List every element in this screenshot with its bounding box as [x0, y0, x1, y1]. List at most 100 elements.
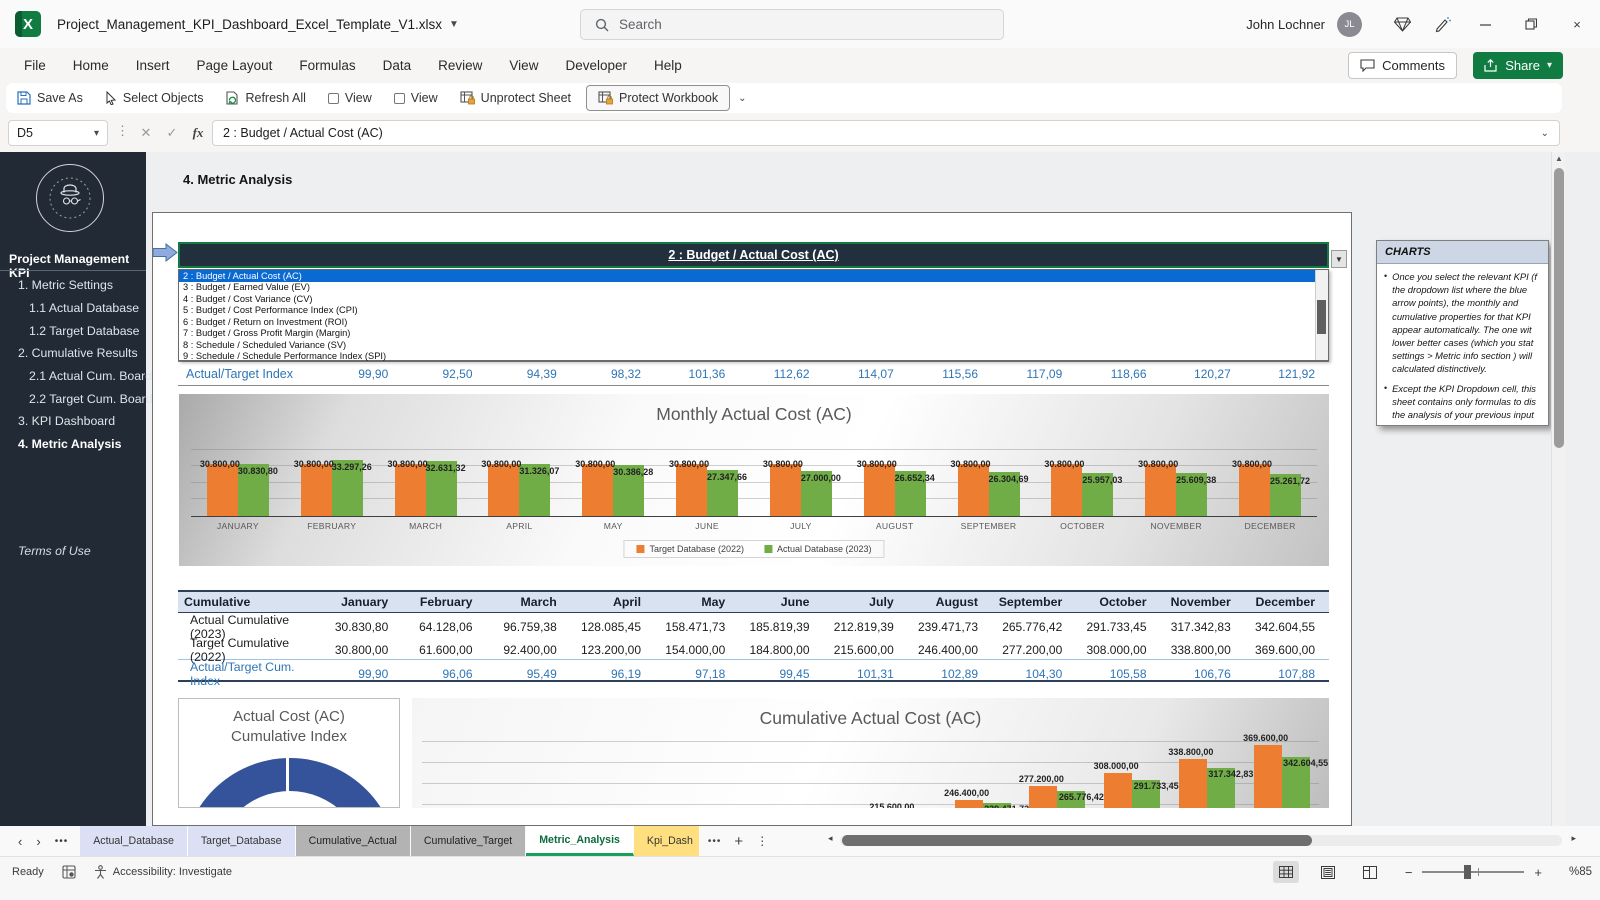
zoom-percentage[interactable]: %85 — [1556, 866, 1592, 878]
sidebar-item[interactable]: 4. Metric Analysis — [0, 433, 146, 456]
zoom-in-button[interactable]: + — [1528, 865, 1548, 880]
sheet-tab-cumulative_target[interactable]: Cumulative_Target — [410, 826, 527, 856]
formula-input[interactable]: 2 : Budget / Actual Cost (AC) ⌄ — [212, 120, 1560, 146]
zoom-out-button[interactable]: − — [1399, 865, 1419, 880]
dropdown-option[interactable]: 7 : Budget / Gross Profit Margin (Margin… — [179, 328, 1328, 340]
bar-group[interactable]: 30.800,00 26.304,69 — [942, 450, 1036, 516]
zoom-slider[interactable] — [1422, 865, 1525, 879]
search-input[interactable]: Search — [580, 9, 1004, 40]
feedback-pen-icon[interactable] — [1422, 0, 1462, 48]
name-box[interactable]: D5 ▾ — [8, 120, 108, 146]
dropdown-open-button[interactable]: ▼ — [1331, 250, 1347, 268]
dropdown-option[interactable]: 8 : Schedule / Scheduled Variance (SV) — [179, 339, 1328, 351]
new-sheet-button[interactable]: + — [734, 833, 743, 850]
sidebar-item[interactable]: 1.2 Target Database — [0, 319, 146, 342]
ribbon-tab-developer[interactable]: Developer — [565, 58, 627, 73]
dropdown-option[interactable]: 2 : Budget / Actual Cost (AC) — [179, 270, 1328, 282]
restore-button[interactable] — [1508, 0, 1554, 48]
view-checkbox-1[interactable]: View — [317, 83, 383, 113]
insert-function-icon[interactable]: fx — [186, 120, 210, 146]
bar-group[interactable]: 61.600,0064.128,06 — [497, 742, 572, 808]
normal-view-button[interactable] — [1272, 861, 1299, 883]
bar-group[interactable]: 92.400,0096.759,38 — [572, 742, 647, 808]
sheet-tab-kpi_dash[interactable]: Kpi_Dash — [633, 826, 700, 856]
macro-record-icon[interactable] — [62, 865, 76, 879]
unprotect-sheet-button[interactable]: Unprotect Sheet — [449, 83, 582, 113]
sidebar-item[interactable]: 1. Metric Settings — [0, 274, 146, 297]
bar-group[interactable]: 30.800,00 30.386,28 — [566, 450, 660, 516]
target-bar[interactable] — [1051, 464, 1083, 516]
dropdown-option[interactable]: 5 : Budget / Cost Performance Index (CPI… — [179, 305, 1328, 317]
vertical-scrollbar[interactable]: ▲ ▼ — [1551, 152, 1565, 826]
vertical-scrollbar-thumb[interactable] — [1554, 168, 1564, 448]
ribbon-tab-insert[interactable]: Insert — [136, 58, 170, 73]
bar-group[interactable]: 30.800,00 27.347,66 — [660, 450, 754, 516]
view-checkbox-2[interactable]: View — [383, 83, 449, 113]
dropdown-scrollbar[interactable] — [1315, 270, 1328, 360]
target-bar[interactable] — [1239, 464, 1271, 516]
target-bar[interactable] — [957, 464, 989, 516]
zoom-slider-thumb[interactable] — [1464, 865, 1472, 879]
ribbon-tab-data[interactable]: Data — [383, 58, 412, 73]
bar-group[interactable]: 30.800,00 32.631,32 — [379, 450, 473, 516]
monthly-chart[interactable]: Monthly Actual Cost (AC) 30.800,00 30.830… — [179, 394, 1329, 566]
target-bar[interactable] — [1145, 464, 1177, 516]
bar-group[interactable]: 215.600,00212.819,39 — [869, 742, 946, 808]
premium-diamond-icon[interactable] — [1382, 0, 1422, 48]
close-button[interactable]: × — [1554, 0, 1600, 48]
terms-of-use-link[interactable]: Terms of Use — [18, 544, 91, 558]
dropdown-option[interactable]: 4 : Budget / Cost Variance (CV) — [179, 293, 1328, 305]
horizontal-scrollbar[interactable]: ◂ ▸ — [828, 832, 1576, 849]
cancel-entry-icon[interactable]: ✕ — [134, 120, 158, 146]
page-break-view-button[interactable] — [1357, 861, 1383, 883]
ribbon-tab-page-layout[interactable]: Page Layout — [197, 58, 273, 73]
document-title[interactable]: Project_Management_KPI_Dashboard_Excel_T… — [57, 0, 459, 48]
sidebar-item[interactable]: 3. KPI Dashboard — [0, 410, 146, 433]
ribbon-tab-file[interactable]: File — [24, 58, 46, 73]
dropdown-option[interactable]: 6 : Budget / Return on Investment (ROI) — [179, 316, 1328, 328]
bar-group[interactable]: 30.800,0030.830,80 — [422, 742, 497, 808]
sidebar-item[interactable]: 2.1 Actual Cum. Board — [0, 365, 152, 388]
cumulative-chart[interactable]: Cumulative Actual Cost (AC) 30.800,0030.… — [412, 698, 1329, 808]
dropdown-option[interactable]: 9 : Schedule / Schedule Performance Inde… — [179, 351, 1328, 363]
scroll-up-icon[interactable]: ▲ — [1552, 154, 1566, 163]
ribbon-tab-view[interactable]: View — [509, 58, 538, 73]
bar-group[interactable]: 246.400,00239.471,73 — [944, 742, 1029, 808]
kpi-dropdown-cell[interactable]: 2 : Budget / Actual Cost (AC) — [178, 242, 1329, 268]
all-sheets-button[interactable]: ••• — [55, 836, 69, 847]
sidebar-item[interactable]: 2.2 Target Cum. Board — [0, 387, 153, 410]
refresh-all-button[interactable]: Refresh All — [214, 83, 316, 113]
ribbon-tab-review[interactable]: Review — [438, 58, 482, 73]
bar-group[interactable]: 184.800,00185.819,39 — [796, 742, 871, 808]
bar-group[interactable]: 30.800,00 27.000,00 — [754, 450, 848, 516]
bar-group[interactable]: 30.800,00 26.652,34 — [848, 450, 942, 516]
next-sheet-button[interactable]: › — [36, 834, 40, 849]
bar-group[interactable]: 338.800,00 317.342,83 — [1168, 742, 1253, 808]
formula-bar-expand-icon[interactable]: ⌄ — [1541, 128, 1549, 139]
sidebar-item[interactable]: 2. Cumulative Results — [0, 342, 146, 365]
ribbon-tab-formulas[interactable]: Formulas — [299, 58, 355, 73]
sidebar-item[interactable]: 1.1 Actual Database — [0, 297, 146, 320]
bar-group[interactable]: 154.000,00158.471,73 — [721, 742, 796, 808]
name-box-splitter[interactable]: ⋮ — [116, 123, 129, 139]
target-bar[interactable] — [863, 464, 895, 516]
sheet-tab-cumulative_actual[interactable]: Cumulative_Actual — [295, 826, 411, 856]
excel-app-icon[interactable]: X — [15, 11, 41, 37]
ribbon-tab-home[interactable]: Home — [73, 58, 109, 73]
scroll-left-icon[interactable]: ◂ — [828, 833, 833, 844]
page-layout-view-button[interactable] — [1315, 861, 1341, 883]
sheet-tab-metric_analysis[interactable]: Metric_Analysis — [526, 826, 634, 856]
sheet-tab-target_database[interactable]: Target_Database — [187, 826, 296, 856]
share-button[interactable]: Share ▾ — [1473, 52, 1563, 79]
bar-group[interactable]: 123.200,00128.085,45 — [646, 742, 721, 808]
protect-workbook-button[interactable]: Protect Workbook — [586, 85, 731, 111]
save-as-button[interactable]: Save As — [6, 83, 94, 113]
horizontal-scrollbar-thumb[interactable] — [842, 835, 1312, 846]
bar-group[interactable]: 30.800,0030.830,80 — [191, 450, 285, 516]
comments-button[interactable]: Comments — [1348, 52, 1457, 79]
bar-group[interactable]: 277.200,00 265.776,42 — [1019, 742, 1104, 808]
bar-group[interactable]: 30.800,00 25.957,03 — [1035, 450, 1129, 516]
more-sheets-button[interactable]: ••• — [708, 836, 722, 847]
scroll-right-icon[interactable]: ▸ — [1571, 833, 1576, 844]
dropdown-scrollbar-thumb[interactable] — [1317, 300, 1326, 334]
